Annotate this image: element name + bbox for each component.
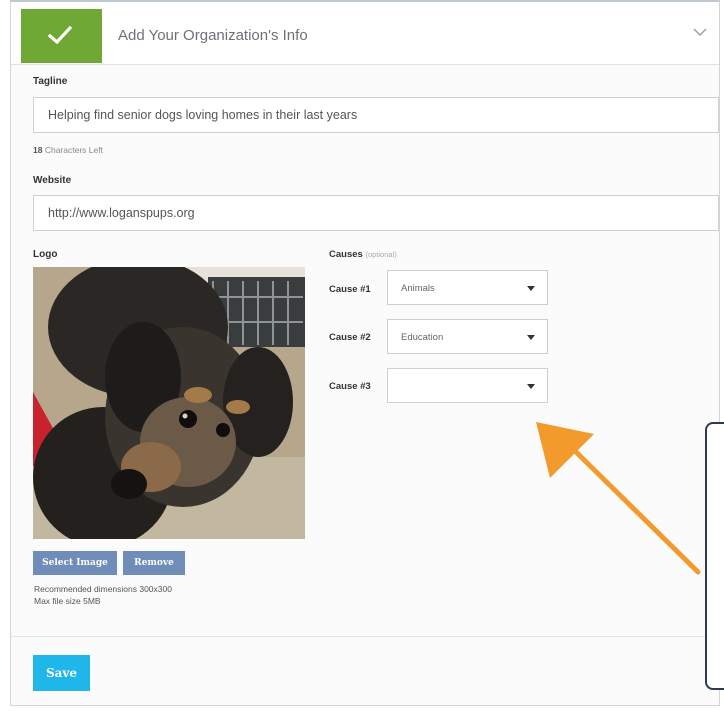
remove-image-button[interactable]: Remove <box>123 551 185 575</box>
cause-3-select[interactable] <box>387 368 548 403</box>
organization-info-panel: Add Your Organization's Info Tagline Hel… <box>10 0 720 706</box>
caret-down-icon <box>527 286 535 291</box>
cause-1-value: Animals <box>401 283 435 294</box>
cause-1-label: Cause #1 <box>329 284 371 295</box>
completed-check-badge <box>21 9 102 63</box>
cause-2-select[interactable]: Education <box>387 319 548 354</box>
cause-3-label: Cause #3 <box>329 381 371 392</box>
recommended-dimensions: Recommended dimensions 300x300 <box>34 584 172 594</box>
section-title: Add Your Organization's Info <box>118 27 308 44</box>
website-label: Website <box>33 175 72 186</box>
chevron-down-icon[interactable] <box>693 28 707 37</box>
arrow-annotation <box>536 422 701 575</box>
max-file-size: Max file size 5MB <box>34 596 101 606</box>
footer-divider <box>11 636 719 637</box>
characters-left-text: Characters Left <box>44 145 103 155</box>
caret-down-icon <box>527 335 535 340</box>
callout-box <box>705 422 724 690</box>
logo-label: Logo <box>33 249 58 260</box>
characters-left-hint: 18 Characters Left <box>33 145 103 155</box>
characters-left-count: 18 <box>33 145 43 155</box>
causes-label: Causes <box>329 249 363 260</box>
save-button[interactable]: Save <box>33 655 90 691</box>
check-icon <box>47 25 73 45</box>
logo-preview-image <box>33 267 305 539</box>
website-input[interactable]: http://www.loganspups.org <box>33 195 719 231</box>
tagline-input[interactable]: Helping find senior dogs loving homes in… <box>33 97 719 133</box>
causes-heading: Causes (optional) <box>329 249 397 260</box>
cause-2-value: Education <box>401 332 444 343</box>
tagline-label: Tagline <box>33 76 68 87</box>
dog-photo <box>33 267 305 539</box>
causes-optional: (optional) <box>365 250 397 259</box>
section-header[interactable]: Add Your Organization's Info <box>11 2 719 65</box>
select-image-button[interactable]: Select Image <box>33 551 117 575</box>
caret-down-icon <box>527 384 535 389</box>
cause-1-select[interactable]: Animals <box>387 270 548 305</box>
cause-2-label: Cause #2 <box>329 332 371 343</box>
